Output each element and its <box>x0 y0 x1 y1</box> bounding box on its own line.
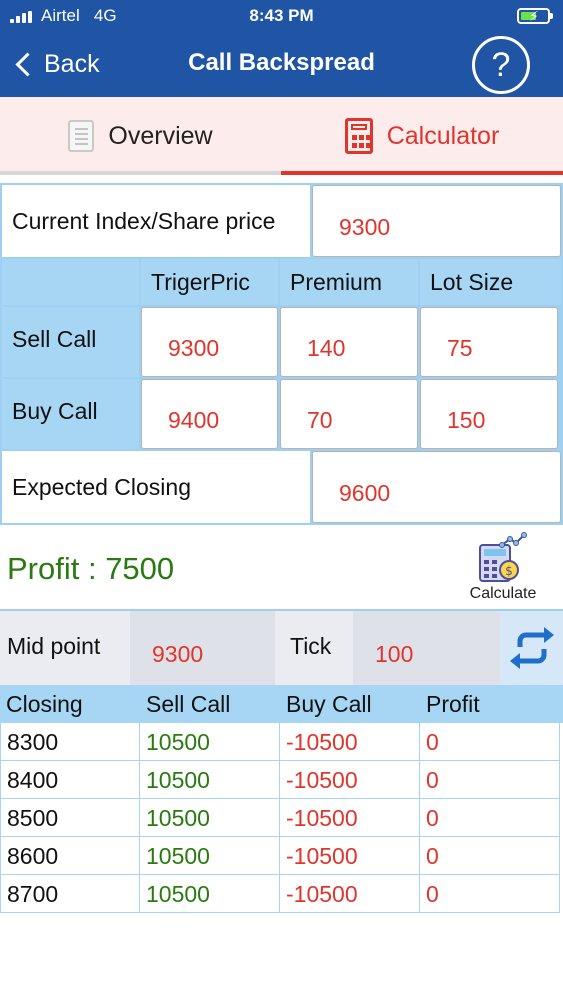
sell-call-premium-input[interactable]: 140 <box>280 307 418 377</box>
status-bar: Airtel 4G 8:43 PM ⚡ <box>0 0 563 32</box>
tab-calculator[interactable]: Calculator <box>281 97 563 175</box>
expected-closing-input[interactable]: 9600 <box>312 451 561 523</box>
table-row: 8600 10500 -10500 0 <box>0 837 563 875</box>
table-row: 8400 10500 -10500 0 <box>0 761 563 799</box>
buy-call-label: Buy Call <box>2 379 139 449</box>
header-lot-size: Lot Size <box>420 259 561 305</box>
document-icon <box>68 120 95 152</box>
svg-text:$: $ <box>505 564 513 578</box>
table-row: 8300 10500 -10500 0 <box>0 723 563 761</box>
help-button[interactable]: ? <box>472 36 530 94</box>
profit-result: Profit : 7500 <box>7 551 175 586</box>
back-button[interactable]: Back <box>12 46 100 82</box>
calculate-icon: $ <box>479 532 527 582</box>
results-table: Closing Sell Call Buy Call Profit 8300 1… <box>0 685 563 913</box>
nav-header: Airtel 4G 8:43 PM ⚡ Back Call Backspread… <box>0 0 563 97</box>
refresh-button[interactable] <box>500 611 563 685</box>
col-closing: Closing <box>6 691 83 717</box>
tick-label: Tick <box>290 633 332 659</box>
battery-charging-icon: ⚡ <box>517 8 553 24</box>
col-buy-call: Buy Call <box>286 691 372 717</box>
header-blank <box>2 259 139 305</box>
midpoint-label: Mid point <box>7 633 101 659</box>
calculate-label: Calculate <box>469 585 537 602</box>
sell-call-label: Sell Call <box>2 307 139 377</box>
calculate-button[interactable]: $ Calculate <box>458 531 548 605</box>
current-price-input[interactable]: 9300 <box>312 185 561 257</box>
midpoint-row: Mid point 9300 Tick 100 <box>0 611 563 685</box>
tab-overview[interactable]: Overview <box>0 97 281 175</box>
chevron-left-icon <box>15 51 40 77</box>
col-profit: Profit <box>426 691 480 717</box>
header-premium: Premium <box>280 259 418 305</box>
midpoint-input[interactable]: 9300 <box>130 611 275 685</box>
buy-call-premium-input[interactable]: 70 <box>280 379 418 449</box>
calculator-icon <box>344 118 373 154</box>
tick-input[interactable]: 100 <box>353 611 500 685</box>
header-trigger-price: TrigerPric <box>141 259 278 305</box>
buy-call-trigger-input[interactable]: 9400 <box>141 379 278 449</box>
sell-call-trigger-input[interactable]: 9300 <box>141 307 278 377</box>
refresh-icon <box>510 627 554 669</box>
col-sell-call: Sell Call <box>146 691 231 717</box>
table-row: 8500 10500 -10500 0 <box>0 799 563 837</box>
profit-panel: Profit : 7500 $ Calculate <box>0 524 563 610</box>
sell-call-lot-input[interactable]: 75 <box>420 307 558 377</box>
status-time: 8:43 PM <box>249 6 314 25</box>
expected-closing-label: Expected Closing <box>2 451 310 523</box>
buy-call-lot-input[interactable]: 150 <box>420 379 558 449</box>
table-row: 8700 10500 -10500 0 <box>0 875 563 913</box>
segmented-tabs: Overview Calculator <box>0 97 563 175</box>
current-price-label: Current Index/Share price <box>2 185 310 257</box>
table-header-row: Closing Sell Call Buy Call Profit <box>0 685 563 723</box>
